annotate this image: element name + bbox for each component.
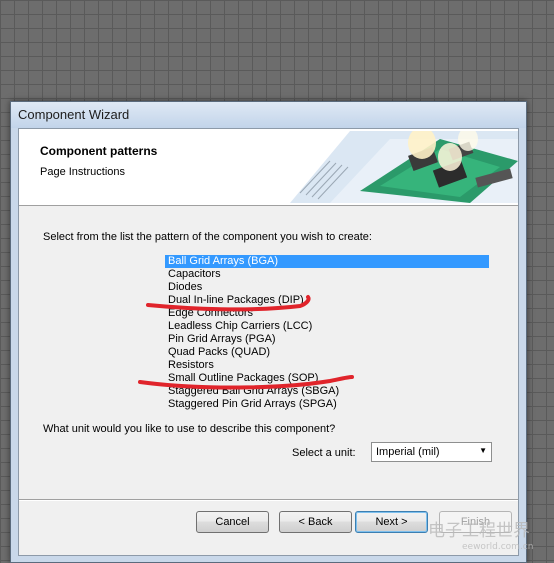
pattern-list[interactable]: Ball Grid Arrays (BGA) Capacitors Diodes… [165, 255, 495, 415]
list-item[interactable]: Leadless Chip Carriers (LCC) [165, 320, 495, 333]
list-item[interactable]: Dual In-line Packages (DIP) [165, 294, 495, 307]
list-item[interactable]: Capacitors [165, 268, 495, 281]
list-item[interactable]: Edge Connectors [165, 307, 495, 320]
pattern-prompt: Select from the list the pattern of the … [43, 231, 372, 243]
title-bar[interactable]: Component Wizard [11, 102, 526, 128]
page-title: Component patterns [40, 144, 158, 158]
list-item[interactable]: Diodes [165, 281, 495, 294]
component-wizard-dialog: Component Wizard Component patterns Page… [10, 101, 527, 563]
watermark-url: eeworld.com.cn [462, 542, 534, 552]
back-button[interactable]: < Back [279, 511, 352, 533]
unit-question: What unit would you like to use to descr… [43, 423, 336, 435]
chevron-down-icon[interactable]: ▼ [479, 446, 487, 455]
unit-label: Select a unit: [292, 447, 356, 459]
button-separator [19, 499, 518, 501]
list-item[interactable]: Ball Grid Arrays (BGA) [165, 255, 489, 268]
wizard-body: Component patterns Page Instructions Sel… [18, 128, 519, 556]
page-instructions: Page Instructions [40, 166, 125, 178]
wizard-header: Component patterns Page Instructions [19, 129, 518, 206]
watermark-text: 电子工程世界 [428, 521, 530, 541]
list-item[interactable]: Pin Grid Arrays (PGA) [165, 333, 495, 346]
list-item[interactable]: Quad Packs (QUAD) [165, 346, 495, 359]
list-item[interactable]: Resistors [165, 359, 495, 372]
list-item[interactable]: Staggered Pin Grid Arrays (SPGA) [165, 398, 495, 411]
cancel-button[interactable]: Cancel [196, 511, 269, 533]
list-item[interactable]: Staggered Ball Grid Arrays (SBGA) [165, 385, 495, 398]
unit-select[interactable]: Imperial (mil) ▼ [371, 442, 492, 462]
list-item[interactable]: Small Outline Packages (SOP) [165, 372, 495, 385]
pcb-banner-image [290, 131, 518, 203]
watermark: 电子工程世界 eeworld.com.cn [418, 512, 554, 562]
unit-select-value: Imperial (mil) [376, 446, 440, 458]
window-title: Component Wizard [18, 107, 130, 122]
